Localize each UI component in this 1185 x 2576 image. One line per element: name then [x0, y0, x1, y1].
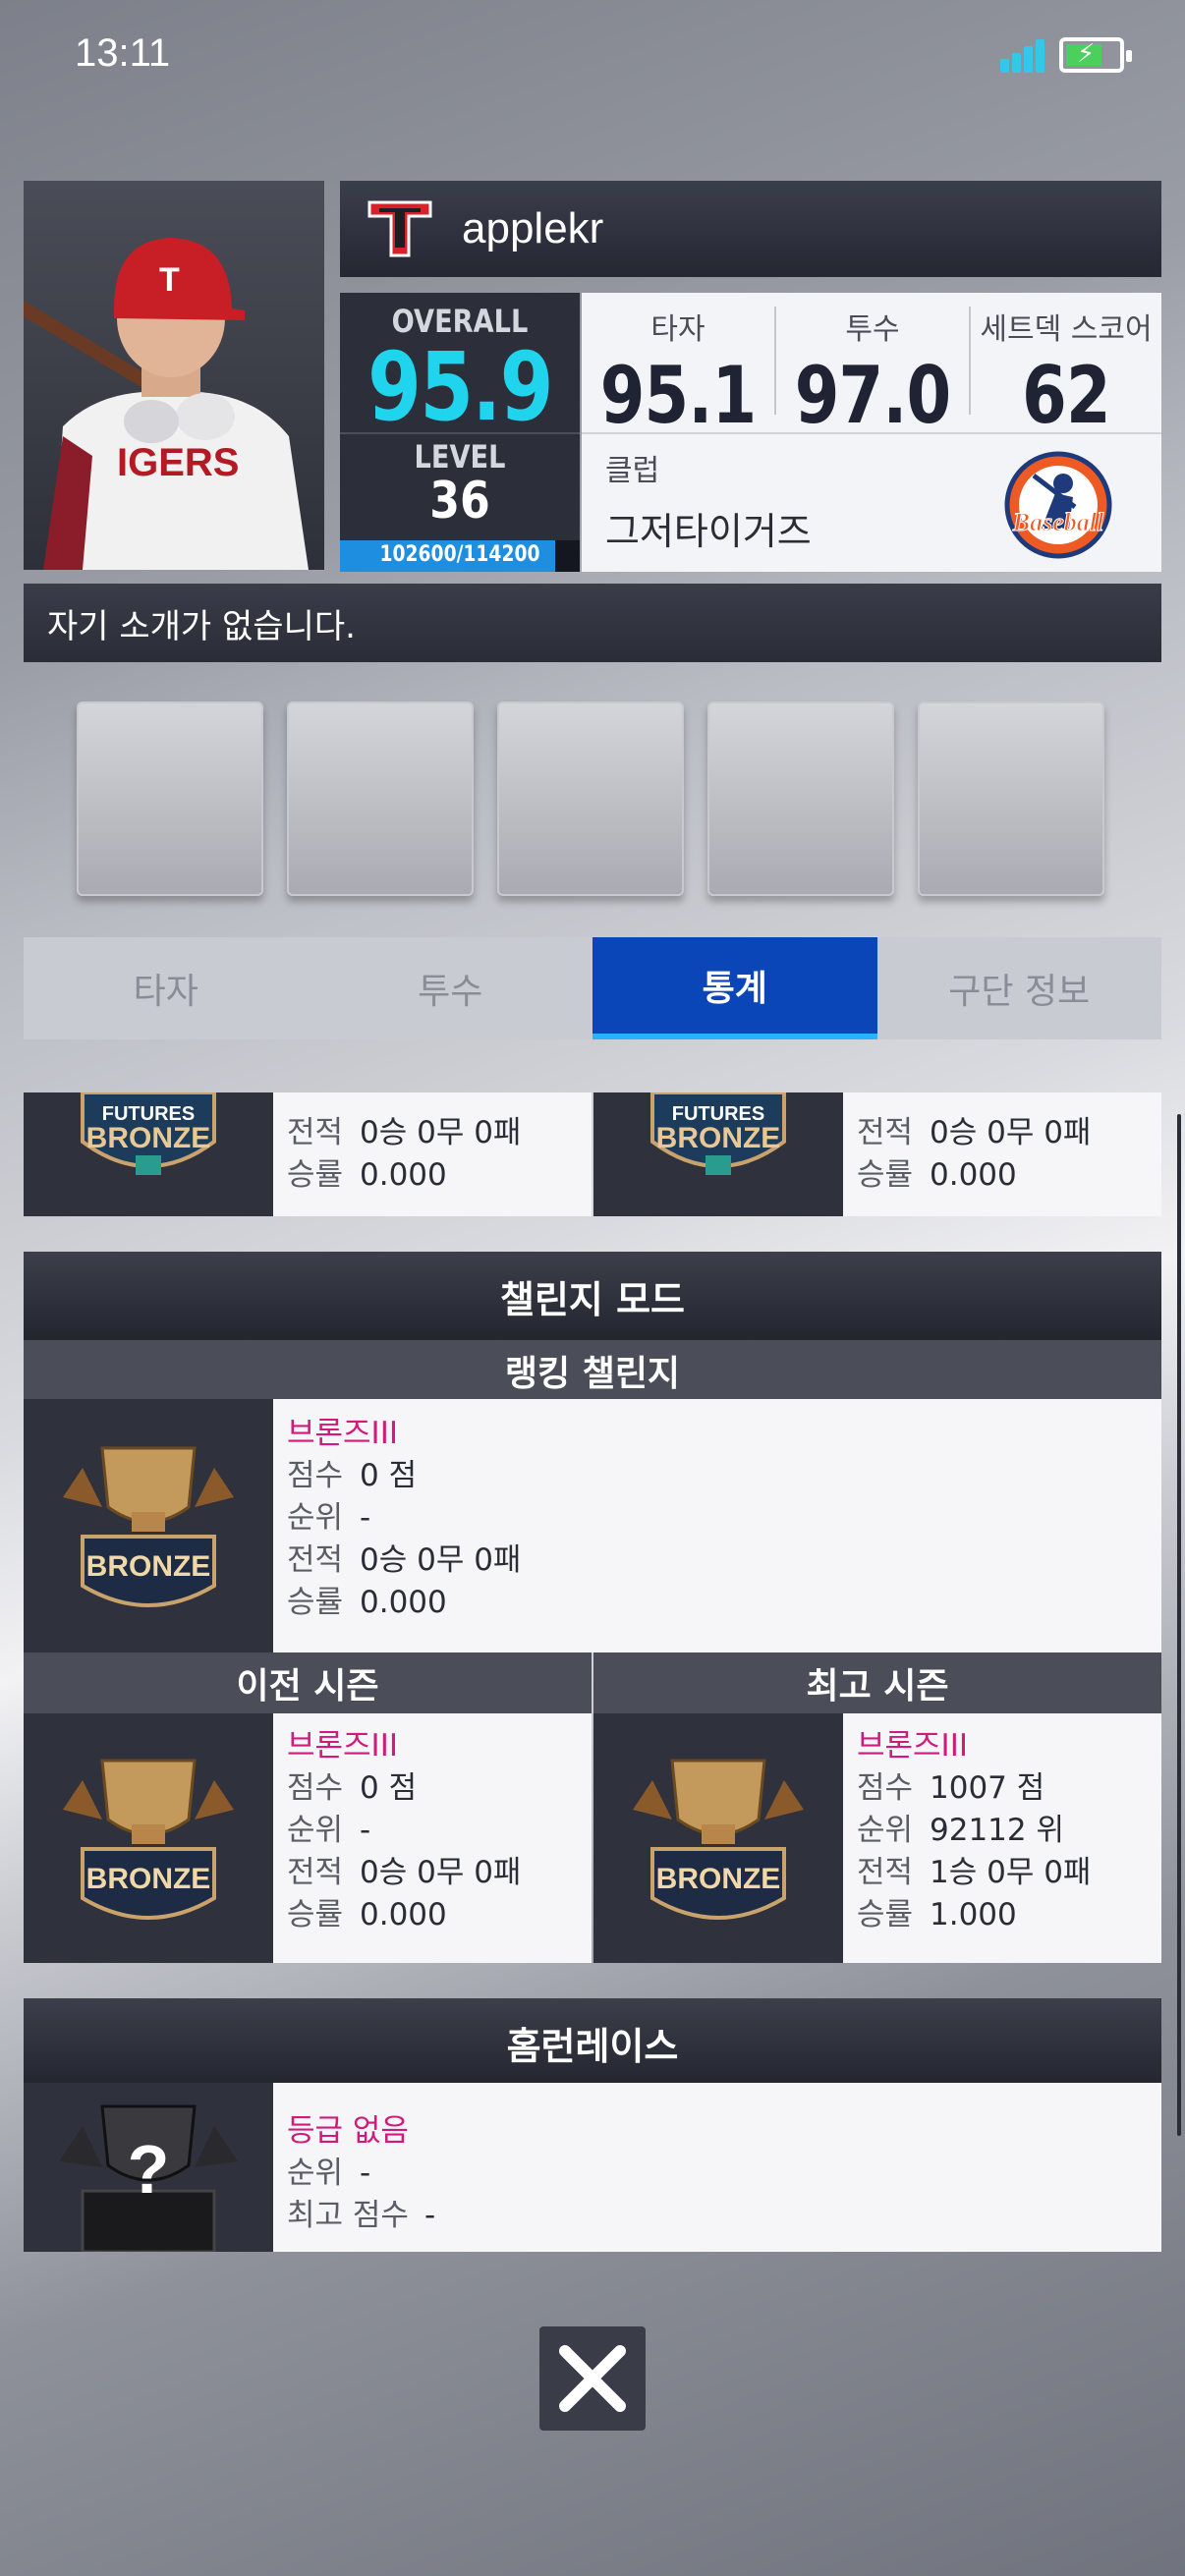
best-season-header: 최고 시즌	[593, 1652, 1161, 1713]
tab-batter[interactable]: 타자	[24, 937, 309, 1039]
tab-pitcher[interactable]: 투수	[309, 937, 593, 1039]
team-logo-icon	[367, 200, 432, 257]
homerun-tier: 등급 없음	[287, 2113, 409, 2149]
tab-club-info[interactable]: 구단 정보	[877, 937, 1162, 1039]
empty-slot[interactable]	[707, 701, 894, 896]
best-season-tier: 브론즈III	[857, 1728, 968, 1764]
svg-text:BRONZE: BRONZE	[86, 1122, 211, 1154]
level-label: LEVEL	[414, 438, 506, 476]
futures-bronze-badge-icon: FUTURES BRONZE	[593, 1092, 843, 1216]
club-logo-icon[interactable]: Baseball	[994, 446, 1122, 564]
previous-season-header: 이전 시즌	[24, 1652, 592, 1713]
svg-text:T: T	[159, 261, 180, 299]
username: applekr	[462, 204, 604, 252]
ranking-tier: 브론즈III	[287, 1416, 398, 1451]
previous-season-card: BRONZE 브론즈III 점수 0 점 순위 - 전적 0승 0무 0패 승률 0.0…	[24, 1713, 592, 1963]
empty-slot[interactable]	[287, 701, 474, 896]
ranking-current-card: BRONZE 브론즈III 점수 0 점 순위 - 전적 0승 0무 0패 승률 0.0…	[24, 1399, 1161, 1652]
overall-panel: OVERALL 95.9 LEVEL 36 102600/114200	[340, 293, 580, 572]
xp-progress-bar: 102600/114200	[340, 540, 580, 572]
futures-bronze-badge-icon: FUTURES BRONZE	[24, 1092, 273, 1216]
close-icon	[559, 2345, 626, 2412]
pitcher-stat: 투수 97.0	[794, 312, 951, 441]
stats-scroll-area[interactable]: FUTURES BRONZE 전적 0승 0무 0패 승률 0.000 FUTURE…	[24, 1092, 1161, 2252]
homerun-race-header: 홈런레이스	[24, 1998, 1161, 2087]
club-label: 클럽	[605, 454, 660, 488]
scrollbar[interactable]	[1177, 1114, 1181, 2136]
svg-text:BRONZE: BRONZE	[656, 1122, 781, 1154]
previous-season-tier: 브론즈III	[287, 1728, 398, 1764]
level-value: 36	[429, 472, 490, 531]
intro-bar: 자기 소개가 없습니다.	[24, 584, 1161, 662]
tab-bar: 타자 투수 통계 구단 정보	[24, 937, 1161, 1039]
username-bar: applekr	[340, 181, 1161, 277]
futures-card-left: FUTURES BRONZE 전적 0승 0무 0패 승률 0.000	[24, 1092, 592, 1216]
svg-text:BRONZE: BRONZE	[86, 1550, 211, 1583]
empty-slot[interactable]	[77, 701, 263, 896]
challenge-mode-header: 챌린지 모드	[24, 1252, 1161, 1340]
svg-text:BRONZE: BRONZE	[86, 1863, 211, 1895]
xp-text: 102600/114200	[379, 542, 540, 567]
homerun-race-card: ? 등급 없음 순위 - 최고 점수 -	[24, 2083, 1161, 2252]
intro-text: 자기 소개가 없습니다.	[47, 606, 356, 646]
battery-icon: ⚡	[1059, 37, 1132, 73]
svg-text:IGERS: IGERS	[117, 441, 239, 484]
overall-value: 95.9	[367, 332, 553, 442]
futures-card-right: FUTURES BRONZE 전적 0승 0무 0패 승률 0.000	[593, 1092, 1161, 1216]
club-name[interactable]: 그저타이거즈	[605, 501, 812, 555]
empty-slot[interactable]	[918, 701, 1104, 896]
setdeck-score-stat: 세트덱 스코어 62	[980, 312, 1153, 441]
unknown-rank-badge-icon: ?	[24, 2083, 273, 2252]
svg-text:BRONZE: BRONZE	[656, 1863, 781, 1895]
svg-text:?: ?	[128, 2131, 170, 2208]
best-season-card: BRONZE 브론즈III 점수 1007 점 순위 92112 위 전적 1승 0무…	[593, 1713, 1161, 1963]
stats-panel: 타자 95.1 투수 97.0 세트덱 스코어 62 클럽 그저타이거즈 Bas…	[582, 293, 1161, 572]
empty-slot[interactable]	[497, 701, 684, 896]
tab-stats[interactable]: 통계	[592, 937, 877, 1039]
status-time: 13:11	[75, 31, 171, 75]
bronze-trophy-badge-icon: BRONZE	[593, 1713, 843, 1963]
bronze-trophy-badge-icon: BRONZE	[24, 1399, 273, 1652]
player-portrait: IGERS T	[24, 181, 324, 570]
svg-text:Baseball: Baseball	[1012, 508, 1104, 536]
batter-stat: 타자 95.1	[599, 312, 757, 441]
bronze-trophy-badge-icon: BRONZE	[24, 1713, 273, 1963]
status-bar: 13:11 ⚡	[0, 0, 1185, 108]
ranking-challenge-header: 랭킹 챌린지	[24, 1340, 1161, 1401]
signal-icon	[1000, 37, 1045, 73]
close-button[interactable]	[539, 2326, 646, 2431]
